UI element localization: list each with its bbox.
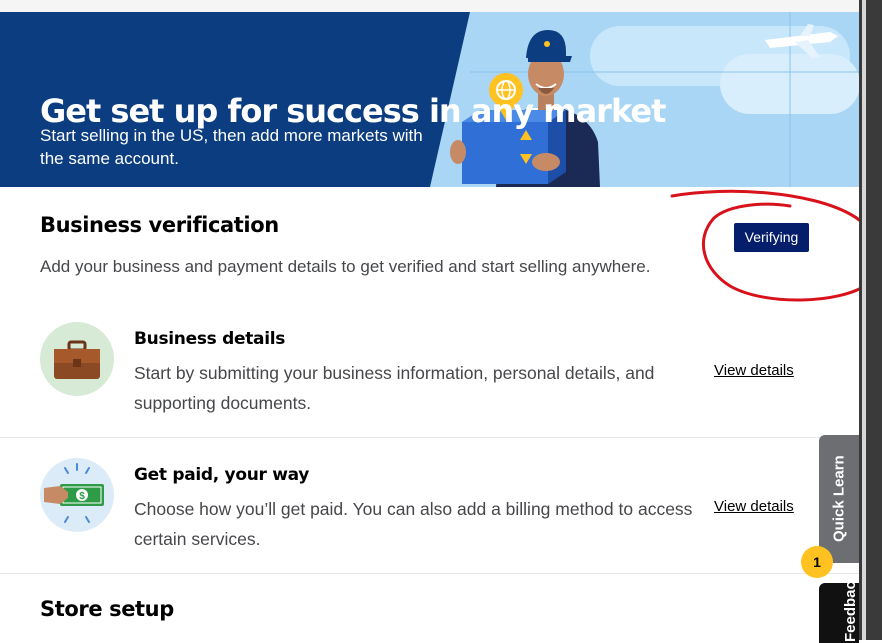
section-title-business-verification: Business verification	[40, 213, 279, 237]
business-details-description: Start by submitting your business inform…	[134, 363, 655, 413]
section-description: Add your business and payment details to…	[40, 257, 651, 276]
quick-learn-count-badge[interactable]: 1	[801, 546, 833, 578]
top-strip	[0, 0, 859, 12]
hero-subtitle: Start selling in the US, then add more m…	[40, 126, 423, 168]
divider	[0, 437, 859, 438]
feedback-label[interactable]: Feedback	[819, 583, 859, 643]
feedback-tab[interactable]: Feedback	[819, 583, 859, 643]
section-title-store-setup: Store setup	[40, 597, 174, 621]
scrollbar-thumb[interactable]	[862, 0, 866, 640]
hero-banner: Get set up for success in any market Sta…	[0, 12, 859, 187]
business-details-view-link[interactable]: View details	[714, 362, 794, 379]
divider	[0, 573, 859, 574]
get-paid-description: Choose how you’ll get paid. You can also…	[134, 499, 693, 549]
business-details-title: Business details	[134, 329, 286, 349]
cash-icon: $	[40, 458, 114, 532]
status-badge: Verifying	[734, 223, 809, 252]
svg-text:$: $	[79, 491, 85, 502]
quick-learn-label[interactable]: Quick Learn	[820, 436, 858, 562]
briefcase-icon	[40, 322, 114, 396]
get-paid-view-link[interactable]: View details	[714, 498, 794, 515]
get-paid-title: Get paid, your way	[134, 465, 310, 485]
